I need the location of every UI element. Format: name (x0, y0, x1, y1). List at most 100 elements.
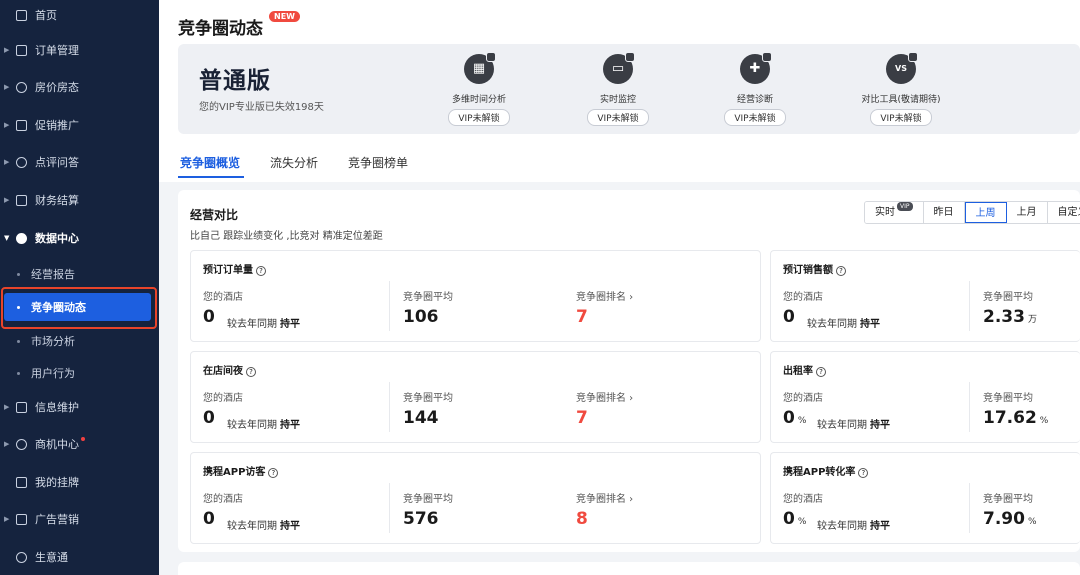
circle-avg-value: 17.62% (983, 408, 1049, 428)
feature-time-analysis[interactable]: ▦ 多维时间分析 VIP未解锁 (424, 52, 534, 126)
caret-right-icon: ▶ (4, 403, 10, 411)
vip-banner: 普通版 您的VIP专业版已失效198天 ▦ 多维时间分析 VIP未解锁 ▭ 实时… (178, 44, 1080, 134)
vip-locked-tag[interactable]: VIP未解锁 (724, 109, 786, 126)
feature-realtime-monitor[interactable]: ▭ 实时监控 VIP未解锁 (563, 52, 673, 126)
help-icon[interactable]: ? (836, 266, 846, 276)
sidebar-item-info[interactable]: ▶ 信息维护 (0, 392, 159, 422)
edit-icon (16, 401, 27, 413)
caret-right-icon: ▶ (4, 158, 10, 166)
sidebar-subitem-report[interactable]: 经营报告 (0, 260, 159, 288)
comparison-panel: 经营对比 比自己 跟踪业绩变化 ,比竞对 精准定位差距 实时VIP 昨日 上周 … (178, 190, 1080, 552)
vip-badge: VIP (897, 202, 913, 211)
medkit-icon: ✚ (740, 52, 772, 84)
caret-right-icon: ▶ (4, 515, 10, 523)
period-selector: 实时VIP 昨日 上周 上月 自定义 (864, 201, 1080, 224)
help-icon[interactable]: ? (816, 367, 826, 377)
ad-icon (16, 513, 27, 525)
circle-rank-value: 7 (576, 408, 588, 428)
your-hotel-value: 0 (203, 509, 215, 529)
sidebar-item-rates[interactable]: ▶ 房价房态 (0, 72, 159, 102)
sidebar-item-business[interactable]: 生意通 (0, 542, 159, 572)
lock-icon (762, 52, 772, 62)
yoy-compare: 较去年同期 持平 (227, 319, 300, 330)
house-icon (16, 81, 27, 93)
sidebar-subitem-user-behavior[interactable]: 用户行为 (0, 359, 159, 387)
business-icon (16, 551, 27, 563)
vip-locked-tag[interactable]: VIP未解锁 (448, 109, 510, 126)
tab-churn[interactable]: 流失分析 (270, 154, 318, 171)
lock-icon (625, 52, 635, 62)
sidebar-item-opportunity[interactable]: ▶ 商机中心 (0, 429, 159, 459)
caret-right-icon: ▶ (4, 121, 10, 129)
home-icon (16, 9, 27, 21)
help-icon[interactable]: ? (268, 468, 279, 478)
tab-underline (178, 176, 244, 178)
help-icon[interactable]: ? (246, 367, 256, 377)
percent-icon (16, 119, 27, 131)
period-custom[interactable]: 自定义 (1047, 202, 1080, 223)
metric-card: 携程APP转化率? 您的酒店 0% 较去年同期 持平 竞争圈平均 7.90% (770, 452, 1080, 544)
circle-avg-value: 106 (403, 307, 439, 327)
circle-rank-link[interactable]: 竞争圈排名 › (576, 389, 633, 404)
your-hotel-value: 0 (203, 307, 215, 327)
period-yesterday[interactable]: 昨日 (923, 202, 965, 223)
caret-down-icon: ▼ (4, 234, 10, 242)
sidebar-item-data-center[interactable]: ▼ 数据中心 (0, 223, 159, 253)
metric-card: 在店间夜? 您的酒店 0 较去年同期 持平 竞争圈平均 144 竞争圈排名 › 7 (190, 351, 761, 443)
yoy-compare: 较去年同期 持平 (817, 420, 890, 431)
sidebar-item-finance[interactable]: ▶ 财务结算 (0, 185, 159, 215)
vip-locked-tag[interactable]: VIP未解锁 (870, 109, 932, 126)
your-hotel-value: 0 (783, 307, 795, 327)
caret-right-icon: ▶ (4, 46, 10, 54)
section-title: 经营对比 (190, 208, 239, 222)
notification-dot (81, 437, 85, 441)
caret-right-icon: ▶ (4, 440, 10, 448)
vip-locked-tag[interactable]: VIP未解锁 (587, 109, 649, 126)
sidebar-item-listing[interactable]: 我的挂牌 (0, 467, 159, 497)
circle-avg-value: 144 (403, 408, 439, 428)
section-subtitle: 比自己 跟踪业绩变化 ,比竞对 精准定位差距 (190, 231, 383, 242)
feature-compare-tool[interactable]: VS 对比工具(敬请期待) VIP未解锁 (846, 52, 956, 126)
period-realtime[interactable]: 实时VIP (865, 202, 924, 223)
period-last-month[interactable]: 上月 (1006, 202, 1048, 223)
lock-icon (486, 52, 496, 62)
help-icon[interactable]: ? (256, 266, 266, 276)
help-icon[interactable]: ? (858, 468, 869, 478)
sidebar: 首页 ▶ 订单管理 ▶ 房价房态 ▶ 促销推广 ▶ 点评问答 ▶ 财务结算 ▼ … (0, 0, 159, 575)
header-panel: 竞争圈动态 NEW 普通版 您的VIP专业版已失效198天 ▦ 多维时间分析 V… (159, 0, 1080, 182)
circle-avg-value: 2.33 万 (983, 307, 1037, 327)
circle-rank-value: 8 (576, 509, 588, 529)
calendar-icon: ▦ (464, 52, 496, 84)
your-hotel-value: 0 (203, 408, 215, 428)
target-icon (16, 438, 27, 450)
metric-card: 携程APP访客? 您的酒店 0 较去年同期 持平 竞争圈平均 576 竞争圈排名 … (190, 452, 761, 544)
sidebar-subitem-market[interactable]: 市场分析 (0, 327, 159, 355)
caret-right-icon: ▶ (4, 83, 10, 91)
page-title: 竞争圈动态 (178, 19, 263, 39)
circle-avg-value: 576 (403, 509, 439, 529)
document-icon (16, 44, 27, 56)
sidebar-item-reviews[interactable]: ▶ 点评问答 (0, 147, 159, 177)
yoy-compare: 较去年同期 持平 (807, 319, 880, 330)
your-hotel-value: 0% (783, 408, 807, 428)
circle-rank-link[interactable]: 竞争圈排名 › (576, 288, 633, 303)
badge-icon (16, 476, 27, 488)
sidebar-item-home[interactable]: 首页 (0, 0, 159, 30)
metric-card: 预订订单量? 您的酒店 0 较去年同期 持平 竞争圈平均 106 竞争圈排名 › … (190, 250, 761, 342)
next-section-card (178, 562, 1080, 575)
monitor-icon: ▭ (603, 52, 635, 84)
caret-right-icon: ▶ (4, 196, 10, 204)
tab-ranking[interactable]: 竞争圈榜单 (348, 154, 408, 171)
metric-card: 预订销售额? 您的酒店 0 较去年同期 持平 竞争圈平均 2.33 万 (770, 250, 1080, 342)
sidebar-item-promotion[interactable]: ▶ 促销推广 (0, 110, 159, 140)
tab-overview[interactable]: 竞争圈概览 (180, 154, 240, 171)
receipt-icon (16, 194, 27, 206)
sidebar-item-ads[interactable]: ▶ 广告营销 (0, 504, 159, 534)
circle-rank-link[interactable]: 竞争圈排名 › (576, 490, 633, 505)
period-last-week[interactable]: 上周 (964, 202, 1007, 223)
sidebar-subitem-competitive-circle[interactable]: 竞争圈动态 (4, 293, 151, 321)
people-icon (16, 156, 27, 168)
feature-diagnosis[interactable]: ✚ 经营诊断 VIP未解锁 (700, 52, 810, 126)
sidebar-item-orders[interactable]: ▶ 订单管理 (0, 35, 159, 65)
yoy-compare: 较去年同期 持平 (817, 521, 890, 532)
